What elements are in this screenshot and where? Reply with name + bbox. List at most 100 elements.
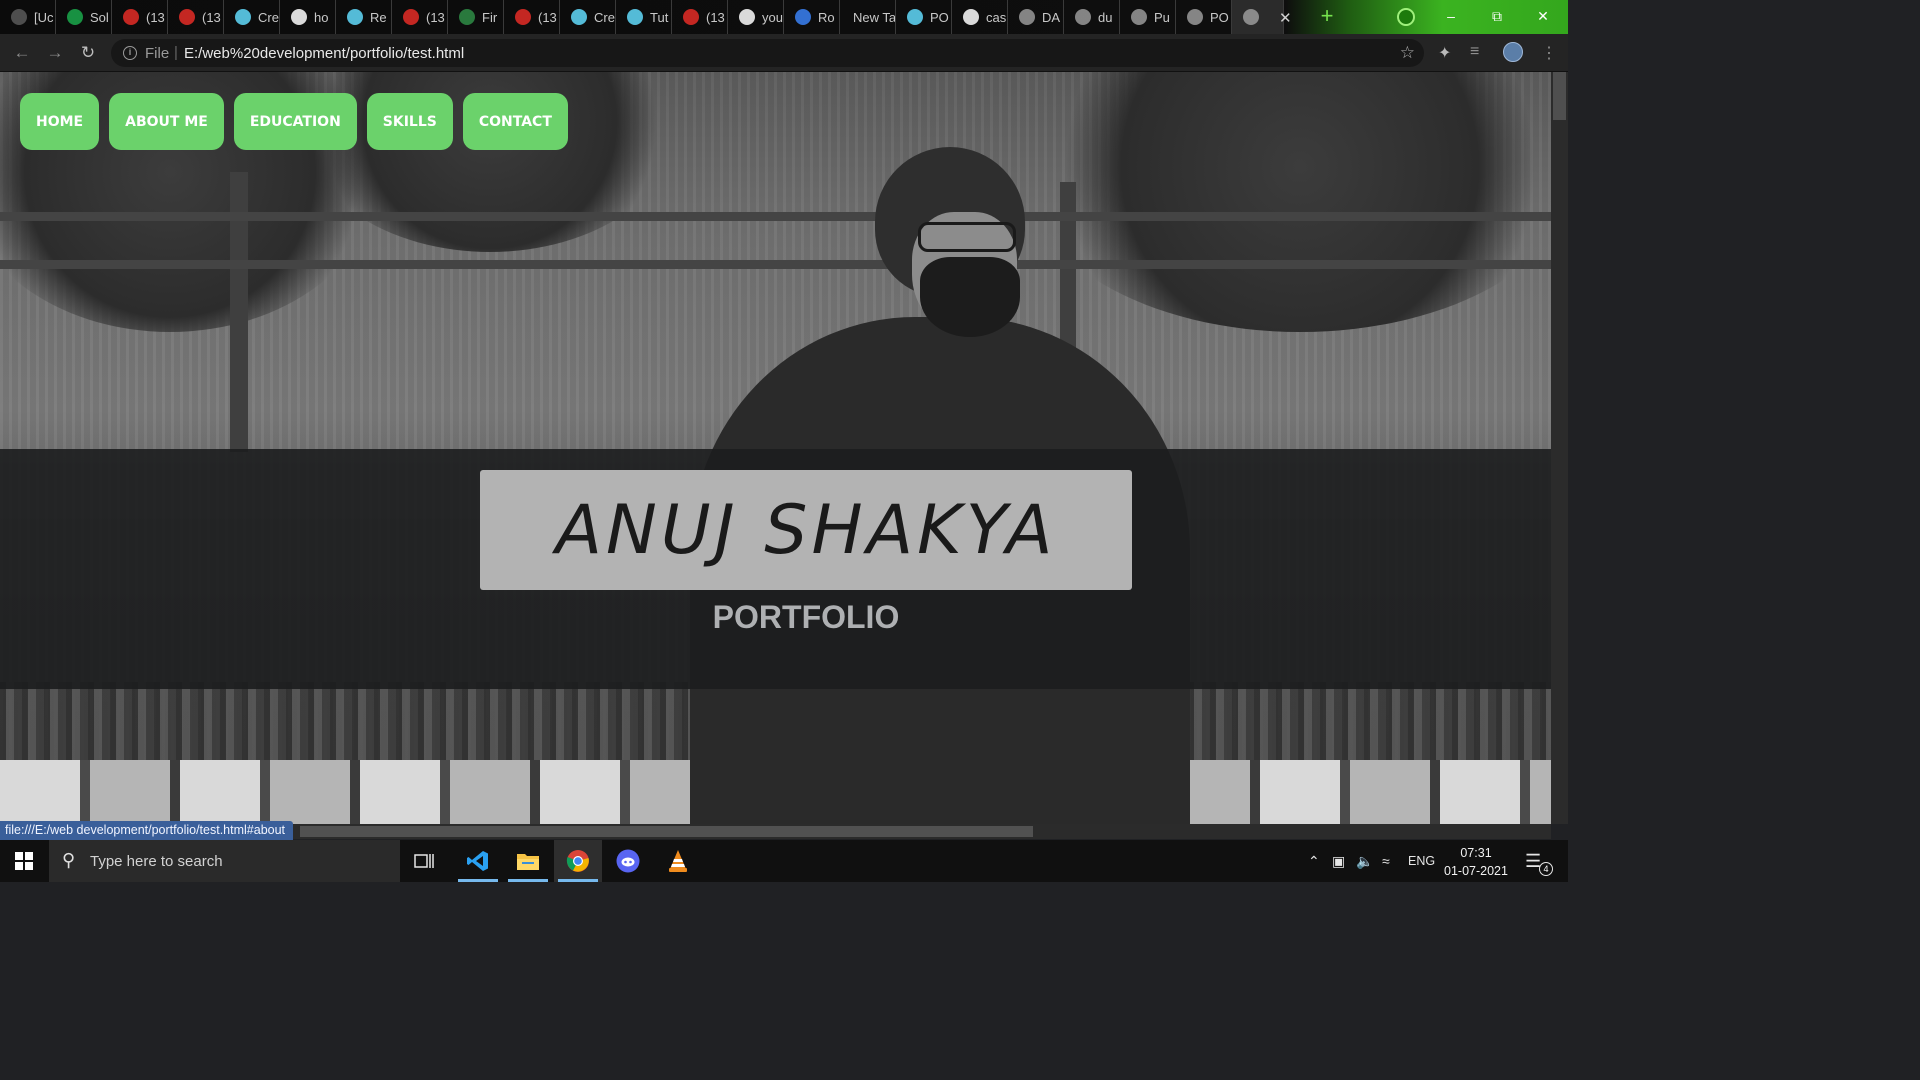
tab-title: (13 — [706, 9, 725, 25]
tab-title: Cre — [594, 9, 615, 25]
browser-tab[interactable]: ho — [280, 0, 336, 34]
cc-icon — [1075, 9, 1091, 25]
tab-title: Re — [370, 9, 387, 25]
status-bubble: file:///E:/web development/portfolio/tes… — [0, 821, 294, 840]
nav-about-button[interactable]: ABOUT ME — [109, 93, 224, 150]
clock-date: 01-07-2021 — [1444, 864, 1508, 878]
tab-title: cas — [986, 9, 1007, 25]
forward-arrow-icon[interactable]: → — [45, 43, 65, 63]
hero-name: ANUJ SHAKYA — [555, 490, 1057, 570]
app-icon — [795, 9, 811, 25]
vlc-icon[interactable] — [654, 840, 702, 882]
new-tab-button[interactable]: + — [1316, 5, 1338, 27]
browser-tab[interactable]: cas — [952, 0, 1008, 34]
wifi-icon[interactable]: ≈ — [1382, 853, 1390, 869]
browser-tab[interactable]: (13 — [168, 0, 224, 34]
language-indicator[interactable]: ENG — [1408, 854, 1435, 868]
browser-tab[interactable]: Re — [336, 0, 392, 34]
youtube-icon — [123, 9, 139, 25]
browser-tab[interactable]: (13 — [112, 0, 168, 34]
windows-start-icon[interactable] — [15, 852, 33, 870]
browser-tab[interactable]: (13 — [504, 0, 560, 34]
taskbar-search[interactable]: ⚲ Type here to search — [49, 840, 400, 882]
nav-education-button[interactable]: EDUCATION — [233, 93, 357, 150]
show-hidden-icons-chevron-icon[interactable]: ⌃ — [1308, 853, 1320, 870]
browser-tab[interactable]: Pu — [1120, 0, 1176, 34]
browser-tab[interactable]: [Uc — [0, 0, 56, 34]
search-placeholder: Type here to search — [90, 853, 223, 870]
youtube-icon — [683, 9, 699, 25]
tab-title: Sol — [90, 9, 109, 25]
close-window-button[interactable]: ✕ — [1520, 0, 1566, 32]
tab-title: PO — [930, 9, 949, 25]
vertical-scroll-thumb[interactable] — [1553, 72, 1566, 120]
hero-subtitle: PORTFOLIO — [712, 599, 900, 635]
youtube-icon — [179, 9, 195, 25]
browser-tab[interactable]: (13 — [392, 0, 448, 34]
tab-title: PO — [1210, 9, 1229, 25]
close-tab-icon[interactable]: ✕ — [1279, 9, 1292, 27]
vertical-scrollbar[interactable] — [1551, 72, 1568, 824]
bookmark-star-icon[interactable]: ☆ — [1400, 43, 1415, 63]
file-icon — [1131, 9, 1147, 25]
windows-taskbar: ⚲ Type here to search ⌃ ▣ 🔈 ≈ ENG 07:31 … — [0, 840, 1568, 882]
browser-tab[interactable]: Cre — [560, 0, 616, 34]
react-icon — [571, 9, 587, 25]
nav-contact-button[interactable]: CONTACT — [462, 93, 568, 150]
browser-tab[interactable]: Tut — [616, 0, 672, 34]
react-icon — [907, 9, 923, 25]
portfolio-nav: HOME ABOUT ME EDUCATION SKILLS CONTACT — [20, 93, 568, 150]
browser-tab[interactable]: New Ta — [840, 0, 896, 34]
nav-home-button[interactable]: HOME — [20, 93, 100, 150]
vscode-icon[interactable] — [454, 840, 502, 882]
site-info-icon[interactable]: i — [123, 46, 137, 60]
discord-icon[interactable] — [604, 840, 652, 882]
file-explorer-icon[interactable] — [504, 840, 552, 882]
taskbar-clock[interactable]: 07:31 01-07-2021 — [1440, 844, 1512, 880]
browser-tab[interactable]: Sol — [56, 0, 112, 34]
meet-now-icon[interactable]: ▣ — [1332, 853, 1345, 870]
tab-title: Fir — [482, 9, 498, 25]
background-rail — [0, 212, 1551, 221]
browser-tab[interactable]: Fir — [448, 0, 504, 34]
tab-title: New Ta — [853, 9, 896, 25]
tab-title: Ro — [818, 9, 835, 25]
task-view-icon[interactable] — [400, 840, 448, 882]
chrome-menu-icon[interactable]: ⋮ — [1541, 43, 1557, 63]
youtube-icon — [515, 9, 531, 25]
minimize-button[interactable]: – — [1428, 0, 1474, 32]
browser-tab[interactable]: DA — [1008, 0, 1064, 34]
download-indicator-icon[interactable] — [1397, 8, 1415, 26]
gfg-icon — [459, 9, 475, 25]
tab-title: du — [1098, 9, 1113, 25]
horizontal-scroll-thumb[interactable] — [300, 826, 1033, 837]
tab-title: (13 — [146, 9, 165, 25]
extensions-puzzle-icon[interactable]: ✦ — [1438, 43, 1451, 63]
browser-tab[interactable]: du — [1064, 0, 1120, 34]
reload-icon[interactable]: ↻ — [78, 43, 98, 63]
address-url[interactable]: E:/web%20development/portfolio/test.html — [184, 45, 464, 62]
tab-title: Tut — [650, 9, 669, 25]
profile-avatar[interactable] — [1503, 42, 1523, 62]
chrome-icon[interactable] — [554, 840, 602, 882]
clock-time: 07:31 — [1460, 846, 1492, 860]
volume-icon[interactable]: 🔈 — [1356, 853, 1373, 870]
browser-toolbar: ← → ↻ i File | E:/web%20development/port… — [0, 34, 1568, 72]
browser-tab[interactable]: PO — [1176, 0, 1232, 34]
browser-tab[interactable]: Ro — [784, 0, 840, 34]
globe-icon — [1187, 9, 1203, 25]
restore-button[interactable]: ⧉ — [1474, 0, 1520, 32]
background-tree — [1020, 72, 1551, 332]
address-bar[interactable]: i File | E:/web%20development/portfolio/… — [111, 39, 1424, 67]
nav-skills-button[interactable]: SKILLS — [366, 93, 453, 150]
browser-tab[interactable]: PO — [896, 0, 952, 34]
browser-tab[interactable]: (13 — [672, 0, 728, 34]
reading-list-icon[interactable]: ≡ — [1470, 43, 1479, 61]
browser-tab-active[interactable] — [1232, 0, 1284, 34]
back-arrow-icon[interactable]: ← — [12, 43, 32, 63]
tab-title: Cre — [258, 9, 279, 25]
tab-title: [Uc — [34, 9, 54, 25]
tab-title: ho — [314, 9, 329, 25]
browser-tab[interactable]: Cre — [224, 0, 280, 34]
browser-tab[interactable]: you — [728, 0, 784, 34]
